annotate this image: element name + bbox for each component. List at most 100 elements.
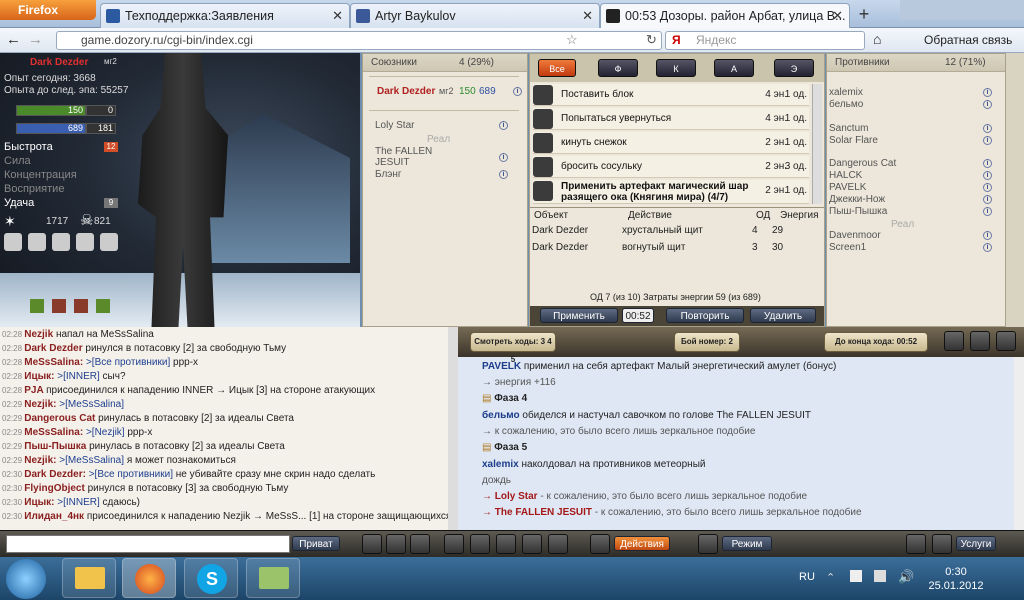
actions-button[interactable]: Действия [614,536,670,551]
action-item[interactable]: бросить сосульку 2 эн. 3 од. [533,156,809,178]
log-nick[interactable]: The FALLEN JESUIT [495,507,595,518]
character-name[interactable]: Dark Dezder [30,57,88,68]
chat-nick[interactable]: Nezjik [24,329,56,340]
info-icon[interactable]: i [983,171,992,180]
chat-nick[interactable]: Ицык: [24,371,57,382]
forward-icon[interactable]: → [28,31,43,48]
ally-item[interactable]: The FALLEN [375,146,432,157]
filter-e-button[interactable]: Э [774,59,814,77]
chat-recipient[interactable]: >[MeSsSalina] [59,399,124,410]
remove-button[interactable]: Удалить [750,308,816,323]
explorer-taskbar-icon[interactable] [62,558,116,598]
chat-recipient[interactable]: >[Nezjik] [86,427,127,438]
group-icon[interactable] [522,534,542,554]
private-button[interactable]: Приват [292,536,340,551]
close-icon[interactable]: ✕ [332,4,343,28]
network-icon[interactable] [874,570,886,582]
enemy-item[interactable]: Sanctum [829,123,868,134]
item-icon[interactable] [4,233,22,251]
chat-nick[interactable]: MeSsSalina: [24,357,86,368]
info-icon[interactable]: i [983,124,992,133]
firefox-taskbar-icon[interactable] [122,558,176,598]
info-icon[interactable]: i [499,121,508,130]
refresh-icon[interactable] [906,534,926,554]
reload-icon[interactable]: ↻ [646,32,657,48]
new-tab-button[interactable]: + [852,4,876,26]
chat-scrollbar[interactable] [448,327,458,530]
queue-action[interactable]: вогнутый щит [622,242,685,253]
actions-scrollbar[interactable] [812,84,822,204]
volume-icon[interactable]: 🔊 [898,569,914,585]
language-indicator[interactable]: RU [799,571,815,583]
enemy-item[interactable]: Screen1 [829,242,866,253]
skype-taskbar-icon[interactable]: S [184,558,238,598]
log-scrollbar[interactable] [1014,357,1024,530]
item-icon[interactable] [76,233,94,251]
clock[interactable]: 0:30 25.01.2012 [926,565,986,593]
info-icon[interactable]: i [983,100,992,109]
watch-turns[interactable]: Смотреть ходы: 3 4 5 [470,332,556,364]
info-icon[interactable]: i [983,207,992,216]
scroll-icon[interactable] [970,331,990,351]
effect-icon[interactable] [52,299,66,313]
enemy-item[interactable]: Davenmoor [829,230,881,241]
enemy-item[interactable]: бельмо [829,99,863,110]
chat-nick[interactable]: FlyingObject [24,483,87,494]
repeat-button[interactable]: Повторить [666,308,744,323]
chat-nick[interactable]: Ицык: [24,497,57,508]
chat-nick[interactable]: Пыш-Пышка [24,441,89,452]
fight-icon[interactable] [470,534,490,554]
enemy-item[interactable]: HALCK [829,170,862,181]
start-button[interactable] [6,559,46,599]
close-icon[interactable]: ✕ [582,4,593,28]
action-item[interactable]: Попытаться увернуться 4 эн. 1 од. [533,108,809,130]
battle-icon[interactable] [496,534,516,554]
ally-item[interactable]: Loly Star [375,120,414,131]
queue-action[interactable]: хрустальный щит [622,225,703,236]
info-icon[interactable]: i [499,153,508,162]
window-controls[interactable] [900,0,1024,20]
action-item[interactable]: Применить артефакт магический шар разяще… [533,180,809,204]
log-nick[interactable]: xalemix [482,459,521,470]
chat-recipient[interactable]: >[INNER] [57,371,102,382]
chat-nick[interactable]: Dangerous Cat [24,413,98,424]
chat-nick[interactable]: Nezjik: [24,455,59,466]
enemy-item[interactable]: PAVELK [829,182,866,193]
log-nick[interactable]: Loly Star [495,491,541,502]
page-scrollbar[interactable] [1006,53,1024,327]
run-icon[interactable] [444,534,464,554]
chat-recipient[interactable]: >[MeSsSalina] [59,455,127,466]
run-icon[interactable] [932,534,952,554]
enemy-item[interactable]: xalemix [829,87,863,98]
ally-main-name[interactable]: Dark Dezder [377,86,435,97]
feedback-link[interactable]: Обратная связь [924,33,1012,47]
info-icon[interactable]: i [513,87,522,96]
ally-item[interactable]: JESUIT [375,157,409,168]
back-icon[interactable]: ← [6,31,21,48]
enemy-item[interactable]: Пыш-Пышка [829,206,887,217]
home-icon[interactable]: ⌂ [873,31,881,47]
info-icon[interactable]: i [983,231,992,240]
action-item[interactable]: кинуть снежок 2 эн. 1 од. [533,132,809,154]
action-item[interactable]: Поставить блок 4 эн. 1 од. [533,84,809,106]
info-icon[interactable]: i [983,195,992,204]
info-icon[interactable]: i [499,170,508,179]
log-nick[interactable]: PAVELK [482,361,524,372]
settings-icon[interactable] [944,331,964,351]
item-icon[interactable] [28,233,46,251]
edit-icon[interactable] [410,534,430,554]
filter-a-button[interactable]: А [714,59,754,77]
log-nick[interactable]: бельмо [482,410,522,421]
apply-button[interactable]: Применить [540,308,618,323]
chat-nick[interactable]: Илидан_4нк [24,511,87,522]
bookmark-star-icon[interactable]: ☆ [566,32,578,48]
clock-icon[interactable] [386,534,406,554]
chat-nick[interactable]: Dark Dezder [24,343,85,354]
map-icon[interactable] [996,331,1016,351]
tools-icon[interactable] [100,233,118,251]
tab-game[interactable]: 00:53 Дозоры. район Арбат, улица В... ✕ [600,3,850,28]
chat-nick[interactable]: Nezjik: [24,399,59,410]
mode-button[interactable]: Режим [722,536,772,551]
info-icon[interactable]: i [983,183,992,192]
info-icon[interactable]: i [983,243,992,252]
